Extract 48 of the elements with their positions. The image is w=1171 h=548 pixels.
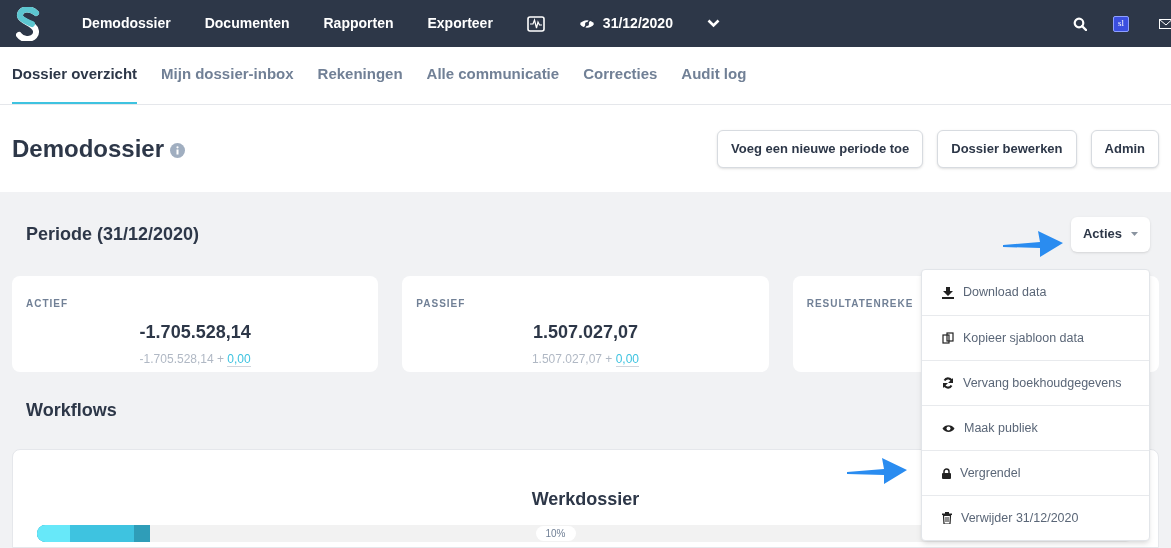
- nav-link[interactable]: Demodossier: [82, 13, 171, 34]
- tab[interactable]: Audit log: [681, 47, 747, 104]
- progress-label: 10%: [535, 526, 576, 541]
- card-label: ACTIEF: [26, 297, 69, 311]
- copy-icon: [942, 332, 954, 344]
- menu-item[interactable]: Vervang boekhoudgegevens: [922, 360, 1149, 405]
- card-subtotal: -1.705.528,14 +: [139, 352, 224, 366]
- user-avatar[interactable]: sl: [1113, 15, 1129, 32]
- eye-icon: [942, 423, 955, 433]
- monitor-icon[interactable]: [526, 15, 545, 32]
- caret-icon: [1131, 232, 1138, 236]
- trash-icon: [942, 512, 952, 524]
- menu-item[interactable]: Vergrendel: [922, 450, 1149, 495]
- download-icon: [942, 286, 954, 299]
- card-label: RESULTATENREKE: [806, 297, 914, 311]
- header-button[interactable]: Admin: [1090, 129, 1159, 168]
- tab[interactable]: Alle communicatie: [426, 47, 560, 104]
- actions-button[interactable]: Acties: [1070, 216, 1150, 252]
- tab[interactable]: Rekeningen: [317, 47, 403, 104]
- header-button[interactable]: Dossier bewerken: [937, 129, 1077, 168]
- card-value: 1.507.027,07: [531, 321, 640, 344]
- card-label: PASSIEF: [416, 297, 466, 311]
- lock-icon: [942, 467, 951, 479]
- nav-link[interactable]: Rapporten: [323, 13, 394, 34]
- period-selector[interactable]: 31/12/2020: [602, 13, 673, 34]
- section-title: Periode (31/12/2020): [26, 222, 200, 246]
- pointer-arrow: [1002, 229, 1064, 259]
- tab[interactable]: Mijn dossier-inbox: [161, 47, 294, 104]
- tab[interactable]: Correcties: [583, 47, 658, 104]
- refresh-icon: [942, 377, 954, 389]
- pointer-arrow: [846, 456, 908, 486]
- mail-icon[interactable]: [1159, 17, 1171, 30]
- nav-link[interactable]: Documenten: [204, 13, 290, 34]
- page-title: Demodossier: [12, 133, 165, 164]
- menu-item[interactable]: Download data: [922, 270, 1149, 315]
- eye-slash-icon[interactable]: [578, 17, 595, 30]
- section-title: Workflows: [26, 399, 117, 422]
- search-icon[interactable]: [1073, 16, 1087, 31]
- nav-link[interactable]: Exporteer: [427, 13, 493, 34]
- menu-item[interactable]: Verwijder 31/12/2020: [922, 495, 1149, 540]
- menu-item[interactable]: Kopieer sjabloon data: [922, 315, 1149, 360]
- header-button[interactable]: Voeg een nieuwe periode toe: [717, 129, 924, 168]
- chevron-down-icon[interactable]: [706, 19, 720, 28]
- card-value: -1.705.528,14: [138, 321, 252, 344]
- logo-icon[interactable]: [16, 6, 40, 41]
- card-subtotal: 1.507.027,07 +: [531, 352, 613, 366]
- workflow-title: Werkdossier: [530, 488, 641, 511]
- menu-item[interactable]: Maak publiek: [922, 405, 1149, 450]
